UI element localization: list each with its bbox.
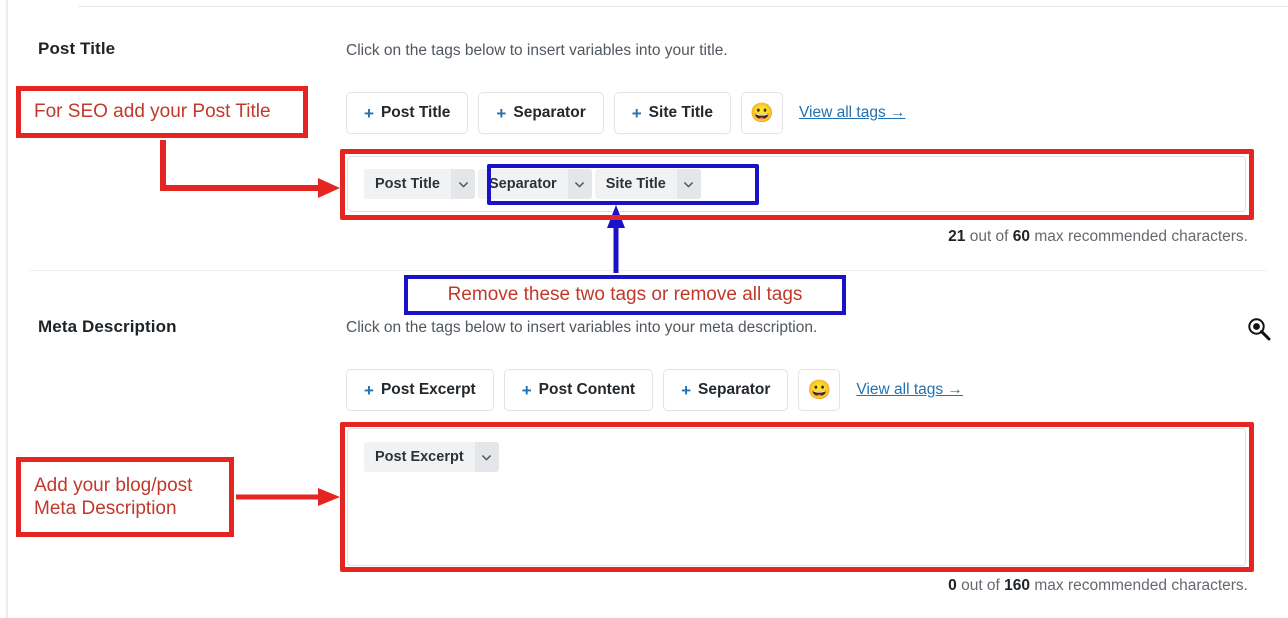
chip-site-title[interactable]: Site Title [594, 169, 701, 199]
emoji-picker-button-meta[interactable]: 😀 [798, 369, 841, 411]
meta-description-input-field[interactable]: Post Excerpt [347, 428, 1246, 566]
view-all-tags-link-meta[interactable]: View all tags → [856, 381, 963, 399]
add-tag-button-site-title[interactable]: + Site Title [613, 92, 731, 134]
add-tag-button-post-excerpt[interactable]: + Post Excerpt [346, 369, 494, 411]
plus-icon: + [681, 380, 692, 400]
add-tag-button-post-title[interactable]: + Post Title [346, 92, 469, 134]
counter-max: 160 [1004, 577, 1031, 594]
counter-suffix: max recommended characters. [1030, 228, 1248, 245]
meta-description-chip-list: Post Excerpt [364, 442, 499, 472]
chip-label: Post Excerpt [364, 442, 475, 472]
annotation-line-2: Meta Description [34, 498, 177, 519]
chevron-down-icon[interactable] [474, 442, 499, 472]
tag-button-label: Separator [513, 104, 586, 121]
chevron-down-icon[interactable] [567, 169, 592, 199]
plus-icon: + [521, 380, 532, 400]
add-tag-button-separator-meta[interactable]: + Separator [663, 369, 789, 411]
tag-button-label: Post Title [380, 104, 451, 121]
chip-post-title[interactable]: Post Title [364, 169, 475, 199]
chevron-down-icon[interactable] [676, 169, 701, 199]
tag-button-label: Separator [698, 381, 771, 398]
post-title-section-label: Post Title [38, 39, 116, 58]
meta-description-character-counter: 0 out of 160 max recommended characters. [948, 577, 1248, 595]
smiley-face-icon: 😀 [750, 103, 774, 124]
meta-description-section-label: Meta Description [38, 317, 177, 336]
post-title-chip-list: Post Title Separator Site Title [364, 169, 701, 199]
tag-button-label: Post Excerpt [380, 381, 476, 398]
plus-icon: + [631, 103, 642, 123]
chip-post-excerpt[interactable]: Post Excerpt [364, 442, 499, 472]
seo-settings-panel: Post Title Click on the tags below to in… [0, 0, 1288, 618]
smiley-face-icon: 😀 [807, 380, 832, 401]
plus-icon: + [364, 380, 374, 400]
tag-button-label: Post Content [538, 381, 636, 398]
annotation-line-1: Add your blog/post [34, 474, 193, 496]
post-title-character-counter: 21 out of 60 max recommended characters. [948, 228, 1248, 246]
section-divider [30, 270, 1266, 271]
add-tag-button-separator[interactable]: + Separator [478, 92, 604, 134]
meta-description-tag-buttons: + Post Excerpt + Post Content + Separato… [346, 369, 963, 411]
tag-button-label: Site Title [648, 104, 713, 121]
top-divider [78, 6, 1288, 7]
chip-label: Site Title [594, 169, 677, 199]
chip-separator[interactable]: Separator [478, 169, 592, 199]
post-title-helper-text: Click on the tags below to insert variab… [346, 42, 728, 59]
chip-label: Separator [478, 169, 568, 199]
annotation-remove-tags: Remove these two tags or remove all tags [404, 275, 846, 315]
chip-label: Post Title [364, 169, 451, 199]
emoji-picker-button[interactable]: 😀 [741, 92, 783, 134]
counter-mid: out of [965, 228, 1013, 245]
zoom-in-icon [1248, 318, 1271, 341]
chevron-down-icon[interactable] [451, 169, 475, 199]
counter-current: 0 [948, 577, 957, 594]
counter-current: 21 [948, 228, 966, 245]
post-title-input-field[interactable]: Post Title Separator Site Title [347, 156, 1246, 212]
counter-mid: out of [956, 577, 1005, 594]
annotation-seo-post-title: For SEO add your Post Title [16, 86, 308, 138]
post-title-tag-buttons: + Post Title + Separator + Site Title 😀 … [346, 92, 906, 134]
meta-description-helper-text: Click on the tags below to insert variab… [346, 319, 818, 336]
add-tag-button-post-content[interactable]: + Post Content [503, 369, 654, 411]
plus-icon: + [364, 103, 374, 123]
view-all-tags-link-title[interactable]: View all tags → [799, 104, 906, 122]
counter-max: 60 [1012, 228, 1031, 245]
plus-icon: + [496, 103, 507, 123]
counter-suffix: max recommended characters. [1030, 577, 1248, 594]
left-edge-rail [6, 0, 8, 618]
annotation-meta-description: Add your blog/post Meta Description [16, 457, 234, 537]
